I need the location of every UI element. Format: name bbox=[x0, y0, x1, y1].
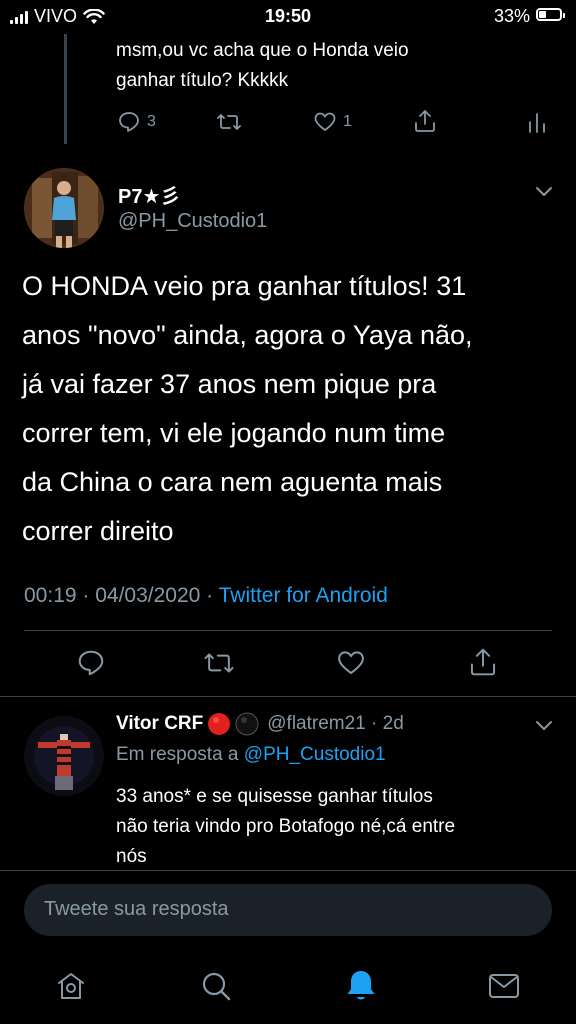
share-icon bbox=[470, 648, 496, 676]
chevron-down-icon bbox=[536, 721, 552, 730]
avatar-image bbox=[24, 168, 104, 248]
reply-text: 33 anos* e se quisesse ganhar títulos nã… bbox=[116, 782, 556, 872]
nav-notifications-button[interactable] bbox=[344, 968, 378, 1004]
in-reply-label: Em resposta a bbox=[116, 744, 244, 765]
red-circle-icon bbox=[208, 713, 231, 735]
main-tweet-display-name[interactable]: P7★彡 bbox=[118, 180, 180, 209]
heart-icon bbox=[314, 112, 336, 131]
prev-tweet-text[interactable]: msm,ou vc acha que o Honda veio ganhar t… bbox=[116, 36, 556, 96]
reply-context: Em resposta a @PH_Custodio1 bbox=[116, 744, 386, 766]
prev-reply-button[interactable]: 3 bbox=[117, 110, 156, 134]
main-tweet-text: O HONDA veio pra ganhar títulos! 31 anos… bbox=[22, 262, 562, 556]
bell-icon bbox=[347, 971, 375, 1000]
black-circle-icon bbox=[235, 712, 259, 736]
divider bbox=[24, 630, 552, 631]
main-tweet-line: O HONDA veio pra ganhar títulos! 31 bbox=[22, 271, 467, 301]
battery-level bbox=[539, 11, 547, 18]
reply-line: nós bbox=[116, 846, 147, 867]
nav-search-button[interactable] bbox=[200, 970, 232, 1002]
main-share-button[interactable] bbox=[467, 646, 499, 678]
prev-retweet-button[interactable] bbox=[216, 110, 242, 134]
bottom-nav bbox=[0, 940, 576, 1024]
main-tweet-avatar[interactable] bbox=[24, 168, 104, 248]
chevron-down-icon bbox=[536, 187, 552, 196]
nav-messages-button[interactable] bbox=[488, 972, 520, 1000]
main-tweet-meta: 00:19 · 04/03/2020 · Twitter for Android bbox=[24, 584, 388, 608]
main-retweet-button[interactable] bbox=[203, 648, 235, 678]
search-icon bbox=[202, 972, 231, 1001]
reply-handle-time: @flatrem21 · 2d bbox=[267, 713, 404, 734]
reply-header[interactable]: Vitor CRF @flatrem21 · 2d bbox=[116, 712, 404, 736]
thread-line bbox=[64, 34, 67, 144]
prev-analytics-button[interactable] bbox=[527, 110, 547, 134]
status-bar: VIVO 19:50 33% bbox=[0, 0, 576, 34]
main-tweet-line: da China o cara nem aguenta mais bbox=[22, 467, 443, 497]
avatar-image bbox=[24, 716, 104, 796]
main-reply-button[interactable] bbox=[76, 648, 106, 678]
tweet-timestamp: 00:19 · 04/03/2020 · bbox=[24, 584, 219, 607]
heart-icon bbox=[338, 651, 364, 674]
prev-reply-count: 3 bbox=[147, 113, 156, 130]
reply-line: não teria vindo pro Botafogo né,cá entre bbox=[116, 816, 456, 837]
share-icon bbox=[415, 110, 435, 132]
main-tweet-line: correr tem, vi ele jogando num time bbox=[22, 418, 446, 448]
tweet-source-link[interactable]: Twitter for Android bbox=[219, 584, 388, 607]
prev-tweet-line: msm,ou vc acha que o Honda veio bbox=[116, 40, 409, 61]
analytics-icon bbox=[529, 113, 545, 133]
prev-like-count: 1 bbox=[343, 113, 352, 130]
reply-line: 33 anos* e se quisesse ganhar títulos bbox=[116, 786, 433, 807]
main-tweet-line: já vai fazer 37 anos nem pique pra bbox=[22, 369, 437, 399]
prev-like-button[interactable]: 1 bbox=[313, 110, 352, 134]
divider bbox=[0, 696, 576, 697]
composer-placeholder: Tweete sua resposta bbox=[44, 898, 229, 920]
reply-display-name: Vitor CRF bbox=[116, 713, 204, 734]
reply-icon bbox=[119, 112, 139, 132]
reply-composer[interactable]: Tweete sua resposta bbox=[24, 884, 552, 936]
home-icon bbox=[58, 973, 84, 999]
main-tweet-menu[interactable] bbox=[534, 184, 554, 198]
in-reply-handle[interactable]: @PH_Custodio1 bbox=[244, 744, 386, 765]
main-tweet-handle[interactable]: @PH_Custodio1 bbox=[118, 210, 267, 233]
mail-icon bbox=[489, 974, 519, 998]
reply-icon bbox=[78, 650, 104, 676]
clock: 19:50 bbox=[264, 6, 312, 26]
battery-percent: 33% bbox=[493, 6, 530, 26]
nav-home-button[interactable] bbox=[55, 970, 87, 1002]
prev-tweet-line: ganhar título? Kkkkk bbox=[116, 70, 289, 91]
main-tweet-line: anos "novo" ainda, agora o Yaya não, bbox=[22, 320, 473, 350]
retweet-icon bbox=[204, 653, 234, 673]
divider bbox=[0, 870, 576, 871]
reply-menu[interactable] bbox=[534, 718, 554, 732]
prev-share-button[interactable] bbox=[412, 108, 438, 134]
main-like-button[interactable] bbox=[336, 648, 366, 678]
retweet-icon bbox=[217, 114, 241, 130]
battery-icon bbox=[536, 8, 565, 21]
reply-avatar[interactable] bbox=[24, 716, 104, 796]
main-tweet-line: correr direito bbox=[22, 516, 174, 546]
